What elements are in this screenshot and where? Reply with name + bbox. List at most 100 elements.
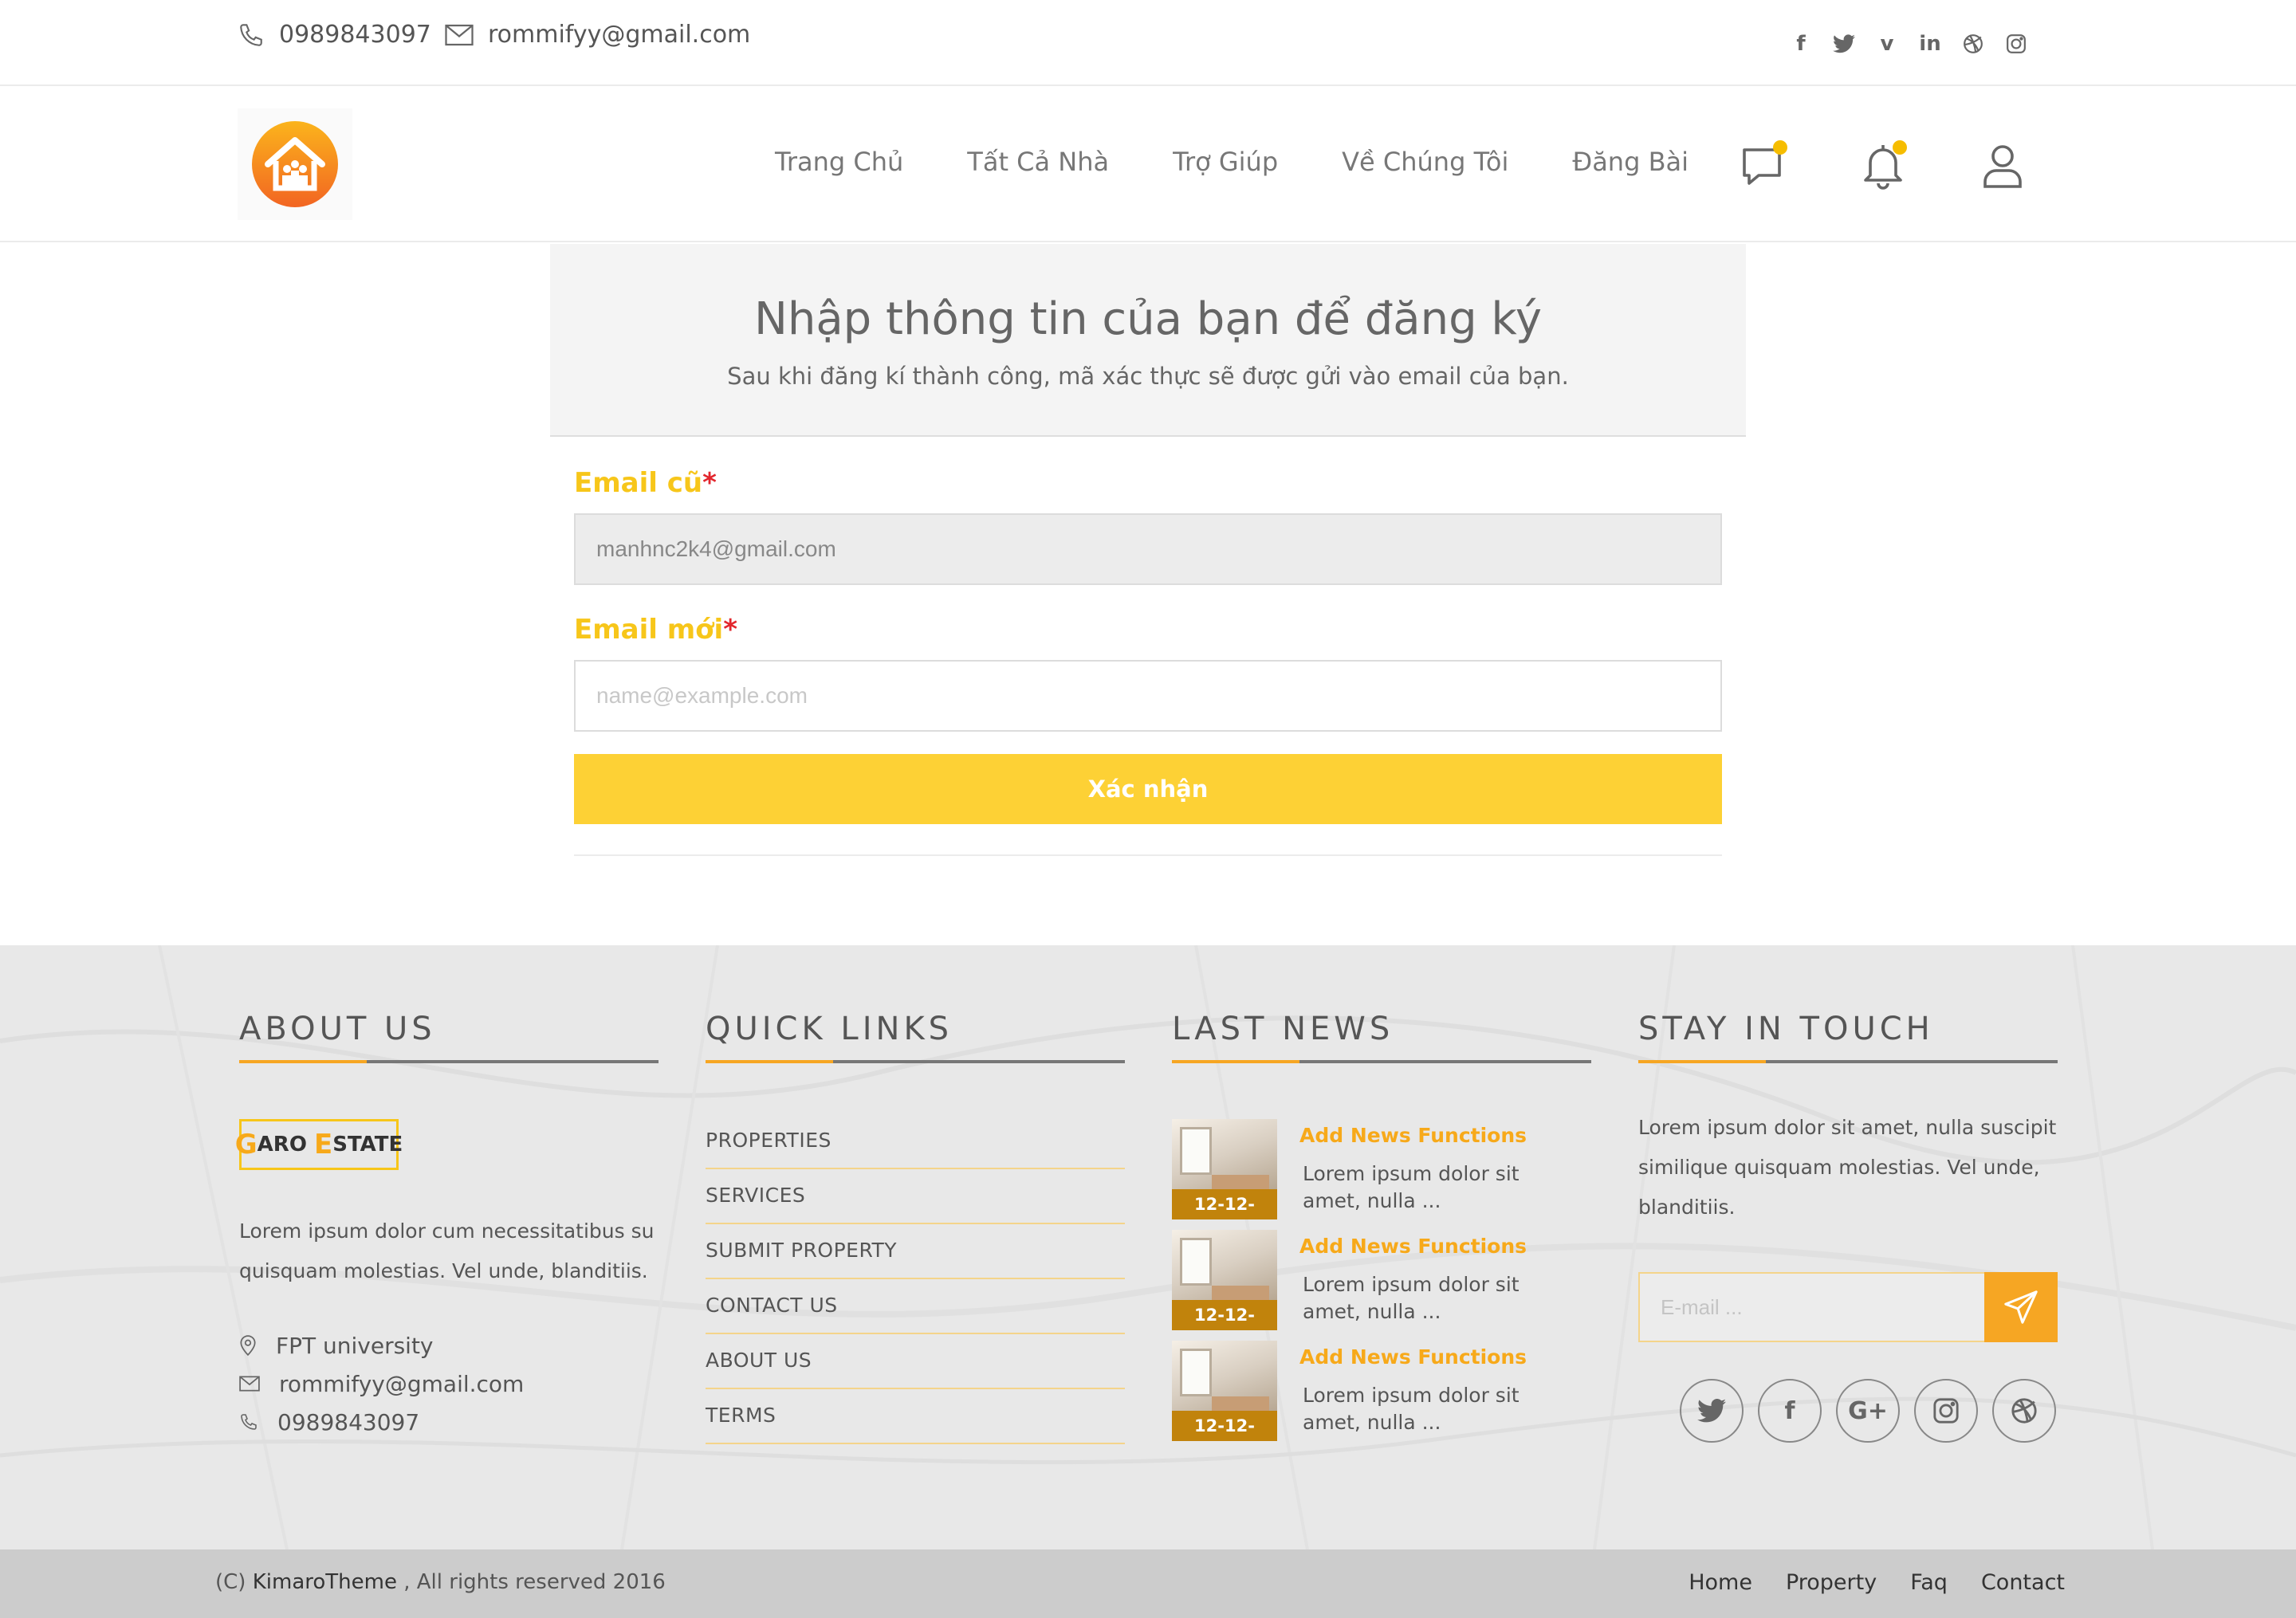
top-email[interactable]: rommifyy@gmail.com — [445, 21, 750, 49]
nav-all-houses[interactable]: Tất Cả Nhà — [967, 147, 1109, 177]
news-thumbnail[interactable]: 12-12-2016 — [1172, 1341, 1277, 1441]
dribbble-icon[interactable] — [1992, 1379, 2056, 1443]
main-menu: Trang Chủ Tất Cả Nhà Trợ Giúp Về Chúng T… — [775, 147, 1689, 177]
quick-links-heading: QUICK LINKS — [706, 1011, 953, 1047]
quick-link-services[interactable]: SERVICES — [706, 1169, 1125, 1224]
facebook-icon[interactable]: f — [1758, 1379, 1822, 1443]
bottom-links: Home Property Faq Contact — [1689, 1570, 2065, 1595]
brand-link[interactable]: KimaroTheme — [253, 1570, 397, 1594]
phone-icon — [241, 1414, 257, 1430]
quick-link-properties[interactable]: PROPERTIES — [706, 1114, 1125, 1169]
user-icon[interactable] — [1977, 140, 2028, 191]
news-title[interactable]: Add News Functions — [1299, 1235, 1527, 1258]
news-thumbnail[interactable]: 12-12-2016 — [1172, 1119, 1277, 1219]
top-bar: 0989843097 rommifyy@gmail.com f v in — [0, 0, 2296, 86]
news-title[interactable]: Add News Functions — [1299, 1345, 1527, 1369]
dribbble-icon[interactable] — [1961, 32, 1985, 56]
footer-last-news: LAST NEWS 12-12-2016 Add News Functions … — [1172, 1011, 1591, 1451]
main-navbar: Trang Chủ Tất Cả Nhà Trợ Giúp Về Chúng T… — [0, 86, 2296, 242]
logo-aro: ARO — [257, 1133, 307, 1157]
news-item[interactable]: 12-12-2016 Add News Functions Lorem ipsu… — [1172, 1230, 1591, 1341]
bottom-link-home[interactable]: Home — [1689, 1570, 1752, 1595]
copyright-suffix: , All rights reserved 2016 — [403, 1570, 666, 1594]
logo-letter-g: G — [234, 1129, 258, 1160]
confirm-button[interactable]: Xác nhận — [574, 754, 1722, 824]
old-email-field — [574, 513, 1722, 585]
quick-link-about[interactable]: ABOUT US — [706, 1334, 1125, 1389]
address-item: FPT university — [239, 1326, 659, 1365]
bell-unread-dot — [1893, 140, 1907, 155]
footer-social: f G+ — [1638, 1379, 2058, 1443]
copyright: (C) KimaroTheme , All rights reserved 20… — [215, 1570, 666, 1594]
linkedin-icon[interactable]: in — [1918, 32, 1942, 56]
chat-unread-dot — [1773, 140, 1787, 155]
phone-text: 0989843097 — [277, 1408, 420, 1435]
last-news-heading: LAST NEWS — [1172, 1011, 1394, 1047]
old-email-label: Email cũ* — [574, 467, 717, 499]
required-mark: * — [702, 467, 717, 499]
twitter-icon[interactable] — [1832, 32, 1856, 56]
twitter-icon[interactable] — [1680, 1379, 1744, 1443]
site-logo[interactable] — [238, 108, 352, 220]
heading-underline — [1172, 1060, 1591, 1063]
instagram-icon[interactable] — [1914, 1379, 1978, 1443]
bottom-link-contact[interactable]: Contact — [1981, 1570, 2065, 1595]
subscribe-button[interactable] — [1984, 1272, 2058, 1342]
new-email-label-text: Email mới — [574, 614, 724, 646]
old-email-label-text: Email cũ — [574, 467, 703, 499]
top-email-text: rommifyy@gmail.com — [488, 21, 751, 49]
facebook-icon[interactable]: f — [1789, 32, 1813, 56]
footer-about: ABOUT US G ARO E STATE Lorem ipsum dolor c… — [235, 1011, 659, 1441]
page-title: Nhập thông tin của bạn để đăng ký — [753, 293, 1543, 345]
phone-item: 0989843097 — [239, 1403, 659, 1441]
form-header: Nhập thông tin của bạn để đăng ký Sau kh… — [550, 244, 1746, 437]
mail-icon — [445, 24, 474, 45]
location-pin-icon — [240, 1335, 256, 1356]
subscribe-email-input[interactable] — [1638, 1272, 1986, 1342]
nav-about[interactable]: Về Chúng Tôi — [1342, 147, 1508, 177]
news-date: 12-12-2016 — [1172, 1189, 1277, 1219]
nav-post[interactable]: Đăng Bài — [1572, 147, 1689, 177]
quick-link-terms[interactable]: TERMS — [706, 1389, 1125, 1444]
stay-in-touch-text: Lorem ipsum dolor sit amet, nulla suscip… — [1638, 1116, 2057, 1219]
footer: ABOUT US G ARO E STATE Lorem ipsum dolor c… — [0, 945, 2296, 1549]
news-thumbnail[interactable]: 12-12-2016 — [1172, 1230, 1277, 1330]
chat-icon[interactable] — [1738, 140, 1789, 191]
top-phone-text: 0989843097 — [279, 21, 431, 49]
about-contact-list: FPT university rommifyy@gmail.com 098984… — [239, 1326, 659, 1441]
new-email-field[interactable] — [574, 660, 1722, 732]
news-date: 12-12-2016 — [1172, 1411, 1277, 1441]
nav-icons — [1738, 140, 2028, 191]
bottom-link-faq[interactable]: Faq — [1910, 1570, 1948, 1595]
news-excerpt: Lorem ipsum dolor sit amet, nulla ... — [1303, 1384, 1520, 1434]
top-social: f v in — [1789, 32, 2028, 56]
bottom-link-property[interactable]: Property — [1786, 1570, 1877, 1595]
footer-stay-in-touch: STAY IN TOUCH Lorem ipsum dolor sit amet… — [1638, 1011, 2058, 1443]
news-title[interactable]: Add News Functions — [1299, 1124, 1527, 1147]
quick-link-submit-property[interactable]: SUBMIT PROPERTY — [706, 1224, 1125, 1279]
logo-letter-e: E — [313, 1129, 333, 1160]
nav-help[interactable]: Trợ Giúp — [1173, 147, 1278, 177]
required-mark: * — [723, 614, 737, 646]
bell-icon[interactable] — [1858, 140, 1909, 191]
google-plus-icon[interactable]: G+ — [1836, 1379, 1900, 1443]
quick-link-contact[interactable]: CONTACT US — [706, 1279, 1125, 1334]
footer-logo: G ARO E STATE — [235, 1119, 403, 1170]
news-item[interactable]: 12-12-2016 Add News Functions Lorem ipsu… — [1172, 1119, 1591, 1230]
bottom-bar: (C) KimaroTheme , All rights reserved 20… — [0, 1549, 2296, 1618]
instagram-icon[interactable] — [2004, 32, 2028, 56]
subscribe-form — [1638, 1272, 2058, 1342]
nav-home[interactable]: Trang Chủ — [775, 147, 903, 177]
news-item[interactable]: 12-12-2016 Add News Functions Lorem ipsu… — [1172, 1341, 1591, 1451]
logo-state: STATE — [332, 1133, 403, 1157]
quick-links-list: PROPERTIES SERVICES SUBMIT PROPERTY CONT… — [706, 1114, 1125, 1444]
vine-icon[interactable]: v — [1875, 32, 1899, 56]
mail-icon — [239, 1376, 260, 1392]
address-text: FPT university — [276, 1332, 434, 1359]
about-heading: ABOUT US — [239, 1011, 436, 1047]
heading-underline — [1638, 1060, 2058, 1063]
footer-quick-links: QUICK LINKS PROPERTIES SERVICES SUBMIT P… — [706, 1011, 1125, 1444]
email-item[interactable]: rommifyy@gmail.com — [239, 1365, 659, 1403]
copyright-prefix: (C) — [215, 1570, 246, 1594]
form-divider — [574, 854, 1722, 856]
